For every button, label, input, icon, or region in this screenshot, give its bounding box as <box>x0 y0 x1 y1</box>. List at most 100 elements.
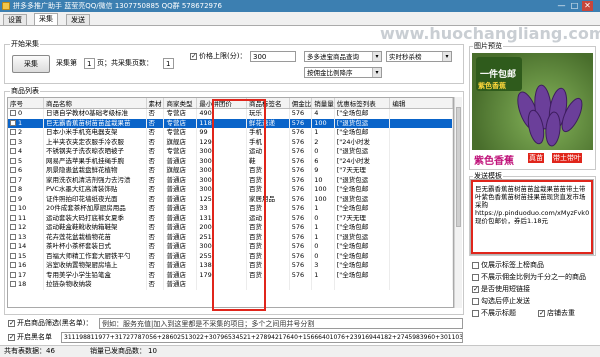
row-index-cell: 14 <box>8 242 44 252</box>
row-checkbox[interactable] <box>10 262 16 268</box>
min-commission-checkbox[interactable] <box>472 274 479 281</box>
filter-label: 开启商品筛选(黑名单)： <box>17 319 93 327</box>
table-cell: 花卉莲花盆栽植物花苗 <box>43 232 147 242</box>
only-fill-checkbox[interactable] <box>472 262 479 269</box>
category-select[interactable]: 多多进宝商品查询 ▾ <box>304 51 382 62</box>
row-index: 6 <box>18 166 23 174</box>
table-cell <box>389 185 453 195</box>
table-cell: 否 <box>146 156 165 166</box>
table-cell <box>389 232 453 242</box>
dedupe-checkbox[interactable] <box>538 309 545 317</box>
app-icon <box>2 2 10 10</box>
template-textarea[interactable]: 巨无霸香蕉苗树苗苗盆栽果苗苗带土带叶紫色香蕉苗树苗挂果苗现货直发市场采购 htt… <box>471 180 593 254</box>
table-cell: 普通店 <box>163 261 198 271</box>
column-header[interactable]: 编辑 <box>389 98 453 109</box>
row-checkbox[interactable] <box>10 271 16 278</box>
row-checkbox[interactable] <box>10 176 16 183</box>
price-limit-input[interactable]: 300 <box>250 51 296 62</box>
table-cell: 0 <box>311 242 335 252</box>
table-cell: 百福大师精工作套大厨铁平勺 <box>43 251 147 261</box>
page-input[interactable]: 1 <box>84 58 95 69</box>
blacklist-checkbox[interactable] <box>8 333 15 341</box>
table-cell: 3 <box>311 261 335 271</box>
table-cell: 576 <box>289 242 313 252</box>
table-cell <box>389 175 453 185</box>
row-checkbox[interactable] <box>10 129 16 135</box>
row-checkbox[interactable] <box>10 281 16 287</box>
table-scrollbar[interactable] <box>454 97 462 308</box>
row-checkbox[interactable] <box>10 195 16 202</box>
list-group-title: 商品列表 <box>10 87 40 95</box>
row-index-cell: 16 <box>8 261 44 271</box>
price-limit-checkbox[interactable] <box>190 52 197 60</box>
row-index-cell: 18 <box>8 280 44 290</box>
row-index-cell: 8 <box>8 185 44 195</box>
table-cell: 普通店 <box>163 280 198 290</box>
row-checkbox[interactable] <box>10 205 16 211</box>
table-cell <box>389 261 453 271</box>
column-header[interactable]: 序号 <box>8 98 44 109</box>
table-cell <box>389 118 453 128</box>
filter-input[interactable]: 例如：服务充值|加入到这里都是不采集的项目；多个之间用并号分割 <box>99 318 463 329</box>
no-tag-checkbox[interactable] <box>472 310 479 317</box>
realtime-select[interactable]: 实时秒杀榜 ▾ <box>386 51 452 62</box>
close-button[interactable]: ✕ <box>582 1 593 11</box>
tab-collect[interactable]: 采集 <box>34 13 58 25</box>
tab-send[interactable]: 发送 <box>66 14 90 25</box>
column-header[interactable]: 销量量 <box>311 98 335 109</box>
row-checkbox[interactable] <box>10 224 16 230</box>
table-cell <box>389 194 453 204</box>
highlight-box <box>212 99 266 311</box>
table-cell: ["退货包运 <box>334 175 391 185</box>
row-index: 14 <box>18 242 27 250</box>
row-checkbox[interactable] <box>10 148 16 154</box>
row-checkbox[interactable] <box>10 186 16 192</box>
total-pages-input[interactable]: 1 <box>163 58 174 69</box>
row-index: 10 <box>18 204 27 212</box>
collect-button[interactable]: 采集 <box>12 55 50 73</box>
table-cell: 否 <box>146 194 165 204</box>
row-index-cell: 15 <box>8 251 44 261</box>
tab-settings[interactable]: 设置 <box>3 14 27 25</box>
column-header[interactable]: 商家类型 <box>163 98 198 109</box>
row-checkbox[interactable] <box>10 110 16 116</box>
blacklist-input[interactable]: 311198811977+31727787056+28602513022+307… <box>61 332 463 343</box>
table-cell: 576 <box>289 128 313 138</box>
row-checkbox[interactable] <box>10 243 16 249</box>
column-header[interactable]: 商品名称 <box>43 98 147 109</box>
table-cell: 否 <box>146 175 165 185</box>
row-checkbox[interactable] <box>10 119 16 126</box>
column-header[interactable]: 优惠标签列表 <box>334 98 391 109</box>
table-cell: 576 <box>289 118 313 128</box>
table-cell: 普通店 <box>163 223 198 233</box>
table-cell: ["全场包邮 <box>334 261 391 271</box>
table-cell: 否 <box>146 185 165 195</box>
row-checkbox[interactable] <box>10 138 16 145</box>
row-checkbox[interactable] <box>10 233 16 240</box>
sort-select-value: 按佣金比例降序 <box>307 69 353 77</box>
table-cell: 576 <box>289 194 313 204</box>
table-cell: 茶叶杯小茶杯套装日式 <box>43 242 147 252</box>
table-cell: 576 <box>289 270 313 280</box>
table-cell: 576 <box>289 261 313 271</box>
row-checkbox[interactable] <box>10 214 16 221</box>
row-checkbox[interactable] <box>10 252 16 259</box>
row-checkbox[interactable] <box>10 157 16 164</box>
scrollbar-thumb[interactable] <box>456 107 461 227</box>
dedupe-label: 店铺去重 <box>547 309 575 317</box>
maximize-button[interactable]: □ <box>569 1 580 11</box>
short-link-checkbox[interactable] <box>472 285 479 293</box>
sort-select[interactable]: 按佣金比例降序 ▾ <box>304 67 382 78</box>
total-value: 46 <box>46 347 55 355</box>
column-header[interactable]: 素材 <box>146 98 165 109</box>
table-cell: 普通店 <box>163 185 198 195</box>
row-checkbox[interactable] <box>10 167 16 173</box>
table-cell: 否 <box>146 204 165 214</box>
column-header[interactable]: 佣金比 <box>289 98 313 109</box>
stop-when-checkbox[interactable] <box>472 298 479 305</box>
row-index: 12 <box>18 223 27 231</box>
filter-checkbox[interactable] <box>8 319 15 327</box>
table-cell: 普通店 <box>163 232 198 242</box>
tag-fresh: 真苗 <box>528 153 544 163</box>
minimize-button[interactable]: — <box>556 1 567 11</box>
